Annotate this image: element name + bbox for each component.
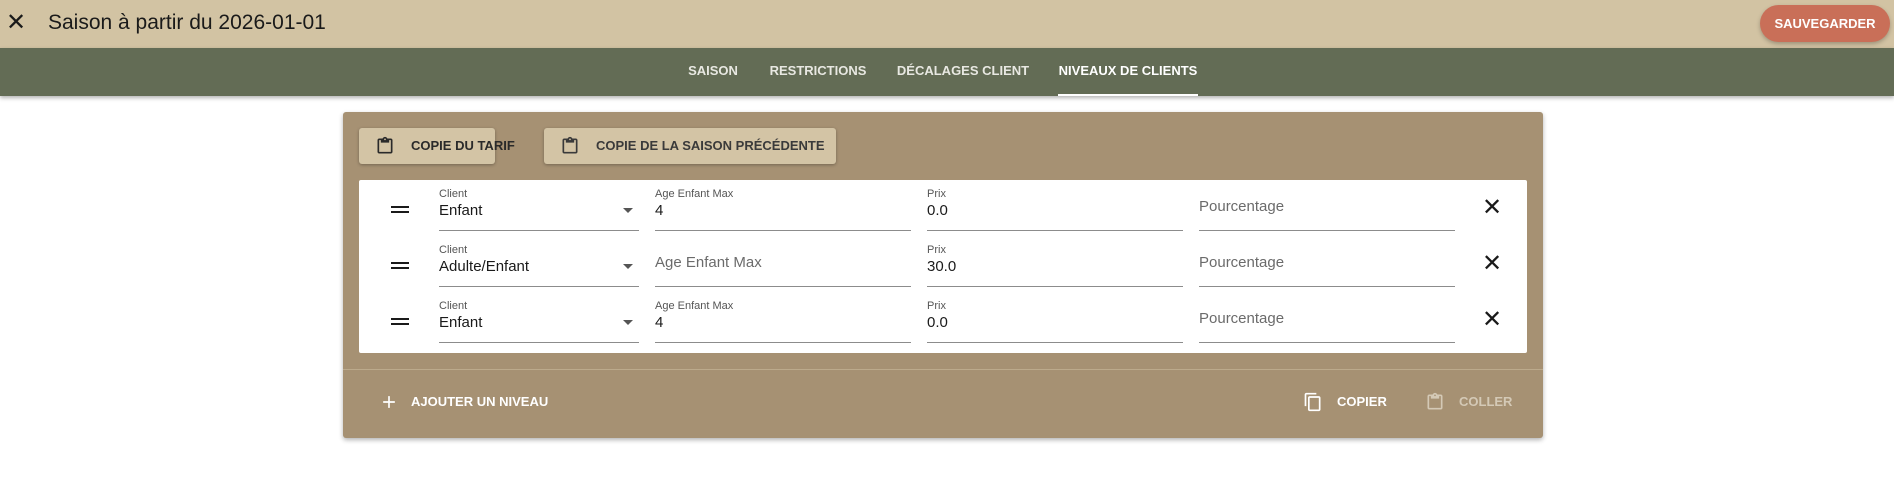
prix-field[interactable]: Prix 0.0 bbox=[927, 188, 1183, 231]
prix-field[interactable]: Prix 30.0 bbox=[927, 244, 1183, 287]
age-enfant-max-field[interactable]: Age Enfant Max 4 bbox=[655, 300, 911, 343]
prix-label: Prix bbox=[927, 300, 946, 312]
prix-value: 30.0 bbox=[927, 258, 957, 275]
pourcentage-placeholder: Pourcentage bbox=[1199, 254, 1285, 271]
age-label: Age Enfant Max bbox=[655, 300, 734, 312]
dropdown-arrow-icon bbox=[623, 208, 633, 213]
age-enfant-max-field[interactable]: Age Enfant Max bbox=[655, 244, 911, 287]
prix-value: 0.0 bbox=[927, 314, 948, 331]
level-row: Client Adulte/Enfant Age Enfant Max Prix… bbox=[359, 236, 1527, 292]
copy-previous-season-label: COPIE DE LA SAISON PRÉCÉDENTE bbox=[596, 138, 825, 153]
levels-list: Client Enfant Age Enfant Max 4 Prix 0.0 … bbox=[359, 180, 1527, 353]
clipboard-icon bbox=[1427, 392, 1443, 410]
client-select[interactable]: Client Adulte/Enfant bbox=[439, 244, 639, 287]
client-label: Client bbox=[439, 244, 468, 256]
drag-handle-icon[interactable] bbox=[391, 318, 409, 326]
client-select[interactable]: Client Enfant bbox=[439, 188, 639, 231]
client-label: Client bbox=[439, 300, 468, 312]
card-divider bbox=[343, 369, 1543, 370]
copy-tariff-label: COPIE DU TARIF bbox=[411, 138, 515, 153]
tab-saison[interactable]: SAISON bbox=[686, 48, 740, 96]
prix-label: Prix bbox=[927, 188, 946, 200]
pourcentage-field[interactable]: Pourcentage bbox=[1199, 188, 1455, 231]
close-icon[interactable]: ✕ bbox=[6, 11, 26, 35]
drag-handle-icon[interactable] bbox=[391, 206, 409, 214]
dropdown-arrow-icon bbox=[623, 264, 633, 269]
copy-icon bbox=[1304, 392, 1321, 412]
prix-value: 0.0 bbox=[927, 202, 948, 219]
prix-label: Prix bbox=[927, 244, 946, 256]
dropdown-arrow-icon bbox=[623, 320, 633, 325]
remove-level-icon[interactable]: ✕ bbox=[1481, 252, 1503, 276]
tab-restrictions[interactable]: RESTRICTIONS bbox=[769, 48, 867, 96]
clipboard-icon bbox=[377, 136, 393, 154]
add-level-label: AJOUTER UN NIVEAU bbox=[411, 394, 549, 409]
remove-level-icon[interactable]: ✕ bbox=[1481, 196, 1503, 220]
tab-bar: SAISON RESTRICTIONS DÉCALAGES CLIENT NIV… bbox=[0, 48, 1894, 96]
client-select[interactable]: Client Enfant bbox=[439, 300, 639, 343]
level-row: Client Enfant Age Enfant Max 4 Prix 0.0 … bbox=[359, 292, 1527, 348]
tab-decalages-client[interactable]: DÉCALAGES CLIENT bbox=[896, 48, 1030, 96]
copy-tariff-button[interactable]: COPIE DU TARIF bbox=[359, 128, 515, 164]
age-value: 4 bbox=[655, 202, 664, 219]
pourcentage-placeholder: Pourcentage bbox=[1199, 198, 1285, 215]
client-value: Enfant bbox=[439, 314, 483, 331]
pourcentage-field[interactable]: Pourcentage bbox=[1199, 244, 1455, 287]
page-title: Saison à partir du 2026-01-01 bbox=[48, 11, 326, 34]
top-app-bar: ✕ Saison à partir du 2026-01-01 SAUVEGAR… bbox=[0, 0, 1894, 48]
prix-field[interactable]: Prix 0.0 bbox=[927, 300, 1183, 343]
client-value: Adulte/Enfant bbox=[439, 258, 530, 275]
save-button[interactable]: SAUVEGARDER bbox=[1760, 5, 1890, 42]
client-value: Enfant bbox=[439, 202, 483, 219]
paste-label: COLLER bbox=[1459, 394, 1513, 409]
client-levels-card: COPIE DU TARIF COPIE DE LA SAISON PRÉCÉD… bbox=[343, 112, 1543, 438]
paste-button[interactable]: COLLER bbox=[1425, 382, 1515, 422]
drag-handle-icon[interactable] bbox=[391, 262, 409, 270]
age-enfant-max-field[interactable]: Age Enfant Max 4 bbox=[655, 188, 911, 231]
copy-label: COPIER bbox=[1337, 394, 1387, 409]
add-level-button[interactable]: AJOUTER UN NIVEAU bbox=[379, 382, 569, 422]
age-placeholder: Age Enfant Max bbox=[655, 254, 762, 271]
pourcentage-field[interactable]: Pourcentage bbox=[1199, 300, 1455, 343]
copy-previous-season-button[interactable]: COPIE DE LA SAISON PRÉCÉDENTE bbox=[544, 128, 836, 164]
copy-button[interactable]: COPIER bbox=[1303, 382, 1393, 422]
age-value: 4 bbox=[655, 314, 664, 331]
remove-level-icon[interactable]: ✕ bbox=[1481, 308, 1503, 332]
clipboard-icon bbox=[562, 136, 578, 154]
plus-icon bbox=[383, 396, 395, 408]
pourcentage-placeholder: Pourcentage bbox=[1199, 310, 1285, 327]
client-label: Client bbox=[439, 188, 468, 200]
level-row: Client Enfant Age Enfant Max 4 Prix 0.0 … bbox=[359, 180, 1527, 236]
tab-niveaux-de-clients[interactable]: NIVEAUX DE CLIENTS bbox=[1058, 48, 1198, 96]
age-label: Age Enfant Max bbox=[655, 188, 734, 200]
